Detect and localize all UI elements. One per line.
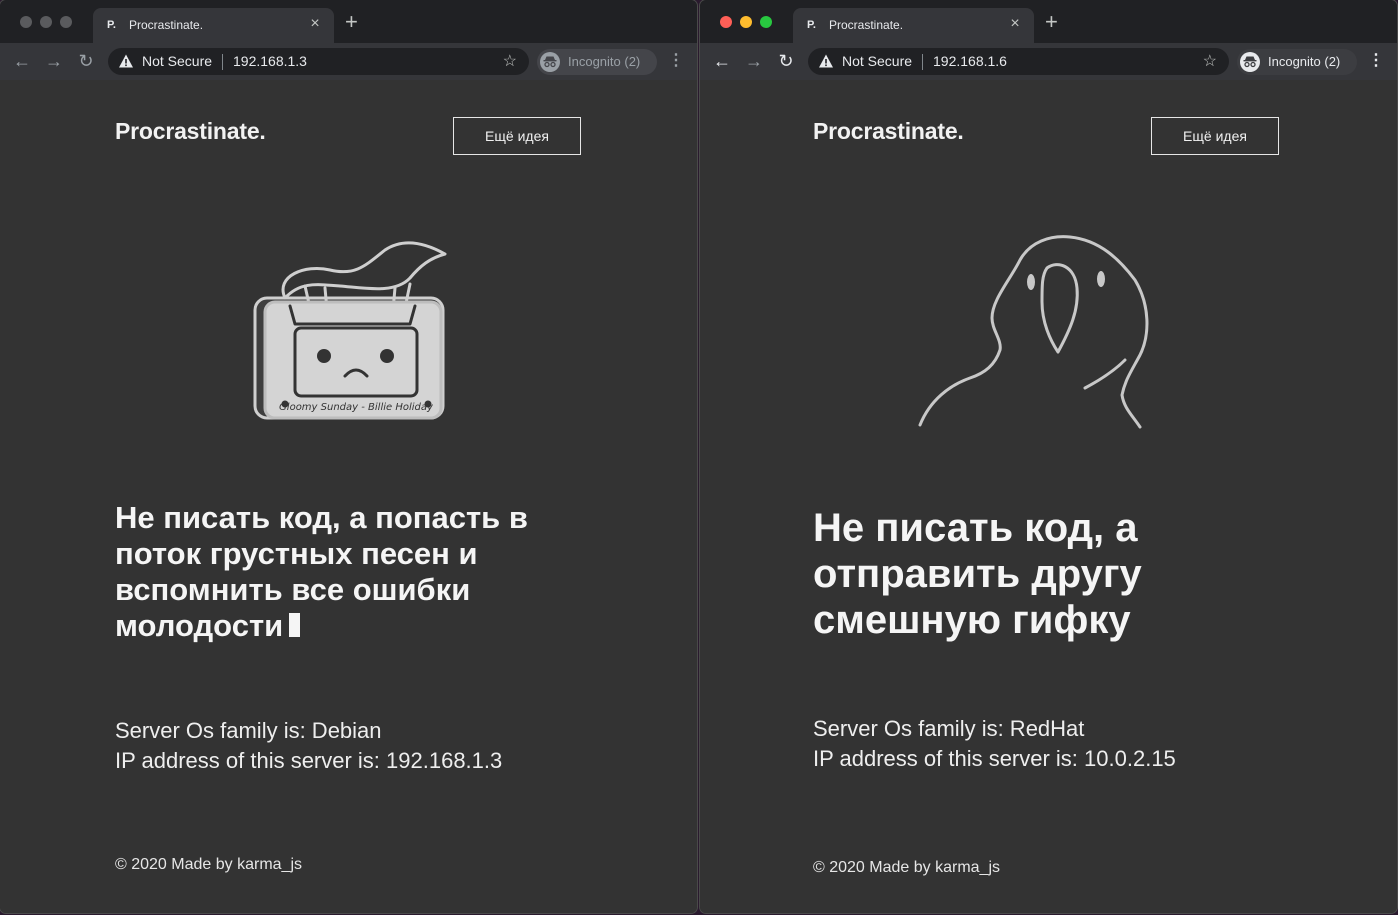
- parrot-illustration: [918, 235, 1149, 429]
- address-bar[interactable]: Not Secure 192.168.1.6 ☆: [808, 48, 1229, 75]
- another-idea-button[interactable]: Ещё идея: [453, 117, 581, 155]
- tab-title: Procrastinate.: [129, 18, 204, 32]
- security-status[interactable]: Not Secure: [842, 53, 912, 69]
- footer-copyright: © 2020 Made by karma_js: [813, 859, 1000, 876]
- server-info: Server Os family is: RedHat IP address o…: [813, 714, 1176, 774]
- page-content: Procrastinate. Ещё идея Не писать код, а…: [700, 80, 1397, 913]
- bookmark-star-icon[interactable]: ☆: [1203, 51, 1217, 71]
- another-idea-button[interactable]: Ещё идея: [1151, 117, 1279, 155]
- incognito-indicator[interactable]: Incognito (2): [537, 49, 657, 75]
- procrastination-idea: Не писать код, а попасть в поток грустны…: [115, 500, 615, 644]
- browser-window-left: P. Procrastinate. × + ← → ↻ Not Secure 1…: [0, 0, 697, 913]
- favicon-icon: P.: [107, 19, 116, 31]
- browser-menu-icon[interactable]: ⋮: [668, 50, 684, 70]
- new-tab-button[interactable]: +: [345, 11, 358, 33]
- idea-text: Не писать код, а попасть в поток грустны…: [115, 500, 528, 643]
- server-ip-line: IP address of this server is: 10.0.2.15: [813, 746, 1176, 771]
- close-tab-icon[interactable]: ×: [1006, 15, 1024, 33]
- incognito-label: Incognito (2): [1268, 54, 1341, 69]
- incognito-label: Incognito (2): [568, 54, 641, 69]
- server-os-line: Server Os family is: Debian: [115, 718, 382, 743]
- favicon-icon: P.: [807, 19, 816, 31]
- url-text[interactable]: 192.168.1.3: [233, 53, 307, 69]
- tab-title: Procrastinate.: [829, 18, 904, 32]
- tab-bar: P. Procrastinate. × +: [0, 0, 697, 43]
- close-tab-icon[interactable]: ×: [306, 15, 324, 33]
- incognito-icon: [540, 52, 560, 72]
- incognito-icon: [1240, 52, 1260, 72]
- reload-button[interactable]: ↻: [75, 50, 97, 72]
- browser-tab[interactable]: P. Procrastinate. ×: [793, 8, 1034, 43]
- back-button[interactable]: ←: [711, 50, 733, 72]
- tab-bar: P. Procrastinate. × +: [700, 0, 1397, 43]
- window-controls: [720, 16, 772, 28]
- address-divider: [922, 54, 923, 70]
- reload-button[interactable]: ↻: [775, 50, 797, 72]
- browser-menu-icon[interactable]: ⋮: [1368, 50, 1384, 70]
- forward-button[interactable]: →: [43, 50, 65, 72]
- incognito-indicator[interactable]: Incognito (2): [1237, 49, 1357, 75]
- warning-icon: [119, 54, 133, 68]
- address-bar[interactable]: Not Secure 192.168.1.3 ☆: [108, 48, 529, 75]
- cassette-illustration: Gloomy Sunday - Billie Holiday: [253, 241, 447, 420]
- address-divider: [222, 54, 223, 70]
- security-status[interactable]: Not Secure: [142, 53, 212, 69]
- zoom-window-button[interactable]: [60, 16, 72, 28]
- close-window-button[interactable]: [20, 16, 32, 28]
- minimize-window-button[interactable]: [40, 16, 52, 28]
- site-logo[interactable]: Procrastinate.: [813, 118, 964, 145]
- server-ip-line: IP address of this server is: 192.168.1.…: [115, 748, 503, 773]
- cassette-label: Gloomy Sunday - Billie Holiday: [279, 402, 434, 413]
- bookmark-star-icon[interactable]: ☆: [503, 51, 517, 71]
- browser-tab[interactable]: P. Procrastinate. ×: [93, 8, 334, 43]
- server-os-line: Server Os family is: RedHat: [813, 716, 1085, 741]
- footer-copyright: © 2020 Made by karma_js: [115, 856, 302, 873]
- forward-button[interactable]: →: [743, 50, 765, 72]
- browser-toolbar: ← → ↻ Not Secure 192.168.1.6 ☆ Incognito…: [700, 43, 1397, 80]
- procrastination-idea: Не писать код, а отправить другу смешную…: [813, 506, 1142, 642]
- new-tab-button[interactable]: +: [1045, 11, 1058, 33]
- minimize-window-button[interactable]: [740, 16, 752, 28]
- zoom-window-button[interactable]: [760, 16, 772, 28]
- close-window-button[interactable]: [720, 16, 732, 28]
- window-controls: [20, 16, 72, 28]
- browser-window-right: P. Procrastinate. × + ← → ↻ Not Secure 1…: [700, 0, 1397, 913]
- browser-toolbar: ← → ↻ Not Secure 192.168.1.3 ☆ Incognito…: [0, 43, 697, 80]
- page-content: Procrastinate. Ещё идея Gloomy Sunday - …: [0, 80, 697, 913]
- server-info: Server Os family is: Debian IP address o…: [115, 716, 502, 776]
- typing-cursor: [289, 613, 301, 637]
- warning-icon: [819, 54, 833, 68]
- site-logo[interactable]: Procrastinate.: [115, 118, 266, 145]
- back-button[interactable]: ←: [11, 50, 33, 72]
- url-text[interactable]: 192.168.1.6: [933, 53, 1007, 69]
